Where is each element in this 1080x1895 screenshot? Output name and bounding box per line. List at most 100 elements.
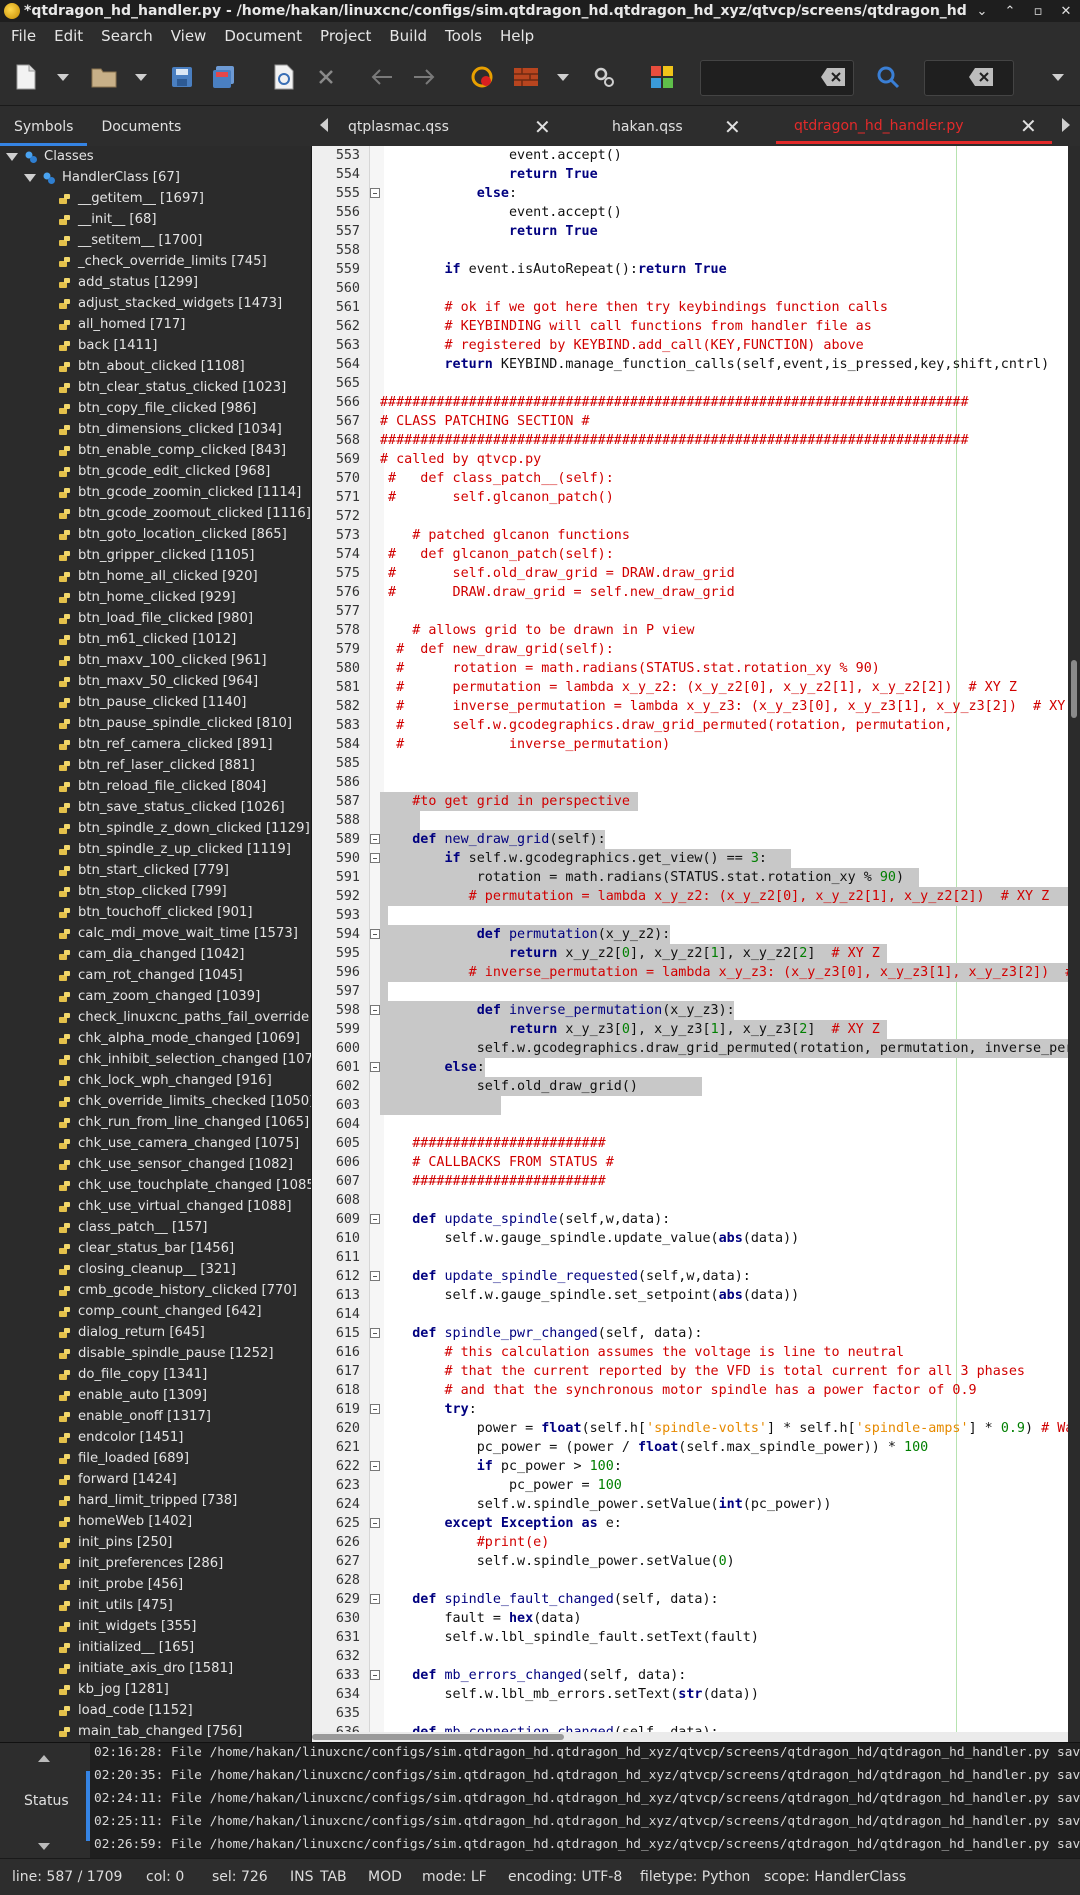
tree-item-method[interactable]: do_file_copy [1341] <box>58 1364 207 1385</box>
revert-icon[interactable] <box>270 62 298 92</box>
tree-item-method[interactable]: btn_stop_clicked [799] <box>58 881 227 902</box>
close-tab-icon[interactable]: ✕ <box>1020 114 1037 138</box>
code-line[interactable]: 629 def spindle_fault_changed(self, data… <box>312 1590 1068 1609</box>
fold-toggle-icon[interactable] <box>370 834 380 844</box>
tree-item-method[interactable]: cam_rot_changed [1045] <box>58 965 243 986</box>
tree-item-method[interactable]: btn_goto_location_clicked [865] <box>58 524 287 545</box>
tree-item-method[interactable]: btn_about_clicked [1108] <box>58 356 245 377</box>
tree-item-method[interactable]: class_patch__ [157] <box>58 1217 207 1238</box>
code-line[interactable]: 588 <box>312 811 1068 830</box>
fold-toggle-icon[interactable] <box>370 1670 380 1680</box>
code-line[interactable]: 609 def update_spindle(self,w,data): <box>312 1210 1068 1229</box>
code-line[interactable]: 627 self.w.spindle_power.setValue(0) <box>312 1552 1068 1571</box>
compile-icon[interactable] <box>468 62 496 92</box>
menu-project[interactable]: Project <box>311 27 380 45</box>
tree-item-method[interactable]: main_tab_changed [756] <box>58 1721 242 1742</box>
tree-item-method[interactable]: btn_gcode_zoomin_clicked [1114] <box>58 482 301 503</box>
tree-item-method[interactable]: btn_reload_file_clicked [804] <box>58 776 266 797</box>
code-line[interactable]: 626 #print(e) <box>312 1533 1068 1552</box>
code-editor[interactable]: 553 event.accept() 554 return True 555 els… <box>312 146 1068 1732</box>
tree-item-method[interactable]: init_probe [456] <box>58 1574 183 1595</box>
tab-documents[interactable]: Documents <box>87 110 195 146</box>
fold-toggle-icon[interactable] <box>370 1062 380 1072</box>
code-line[interactable]: 577 <box>312 602 1068 621</box>
tree-item-method[interactable]: init_utils [475] <box>58 1595 173 1616</box>
menu-help[interactable]: Help <box>491 27 543 45</box>
tree-item-method[interactable]: __setitem__ [1700] <box>58 230 202 251</box>
open-file-dropdown-icon[interactable] <box>135 74 147 81</box>
tree-item-method[interactable]: check_linuxcnc_paths_fail_override [12 <box>58 1007 311 1028</box>
code-line[interactable]: 611 <box>312 1248 1068 1267</box>
build-icon[interactable] <box>512 62 540 92</box>
code-line[interactable]: 618 # and that the synchronous motor spi… <box>312 1381 1068 1400</box>
tree-item-method[interactable]: file_loaded [689] <box>58 1448 189 1469</box>
code-line[interactable]: 628 <box>312 1571 1068 1590</box>
code-line[interactable]: 555 else: <box>312 184 1068 203</box>
code-line[interactable]: 635 <box>312 1704 1068 1723</box>
code-line[interactable]: 559 if event.isAutoRepeat():return True <box>312 260 1068 279</box>
tab-status[interactable]: Status <box>24 1793 69 1809</box>
code-line[interactable]: 601 else: <box>312 1058 1068 1077</box>
code-line[interactable]: 562 # KEYBINDING will call functions fro… <box>312 317 1068 336</box>
tree-item-method[interactable]: btn_start_clicked [779] <box>58 860 229 881</box>
tree-item-method[interactable]: dialog_return [645] <box>58 1322 205 1343</box>
code-line[interactable]: 597 <box>312 982 1068 1001</box>
code-line[interactable]: 592 # permutation = lambda x_y_z2: (x_y_… <box>312 887 1068 906</box>
code-line[interactable]: 563 # registered by KEYBIND.add_call(KEY… <box>312 336 1068 355</box>
tree-item-method[interactable]: btn_maxv_50_clicked [964] <box>58 671 258 692</box>
maximize-icon[interactable]: ▫ <box>1024 4 1052 19</box>
code-line[interactable]: 636 def mb_connection_changed(self, data… <box>312 1723 1068 1732</box>
new-file-dropdown-icon[interactable] <box>57 74 69 81</box>
code-line[interactable]: 619 try: <box>312 1400 1068 1419</box>
tree-item-method[interactable]: kb_jog [1281] <box>58 1679 169 1700</box>
fold-toggle-icon[interactable] <box>370 1594 380 1604</box>
code-line[interactable]: 569 # called by qtvcp.py <box>312 450 1068 469</box>
code-line[interactable]: 581 # permutation = lambda x_y_z2: (x_y_… <box>312 678 1068 697</box>
new-file-icon[interactable] <box>12 62 40 92</box>
tree-item-method[interactable]: btn_enable_comp_clicked [843] <box>58 440 286 461</box>
tree-item-method[interactable]: btn_maxv_100_clicked [961] <box>58 650 267 671</box>
save-all-icon[interactable] <box>210 62 238 92</box>
code-line[interactable]: 600 self.w.gcodegraphics.draw_grid_permu… <box>312 1039 1068 1058</box>
code-line[interactable]: 578 # allows grid to be drawn in P view <box>312 621 1068 640</box>
code-line[interactable]: 595 return x_y_z2[0], x_y_z2[1], x_y_z2[… <box>312 944 1068 963</box>
code-line[interactable]: 590 if self.w.gcodegraphics.get_view() =… <box>312 849 1068 868</box>
tree-item-method[interactable]: btn_load_file_clicked [980] <box>58 608 253 629</box>
tree-item-method[interactable]: btn_touchoff_clicked [901] <box>58 902 253 923</box>
tree-item-method[interactable]: btn_pause_spindle_clicked [810] <box>58 713 292 734</box>
tree-item-method[interactable]: btn_ref_laser_clicked [881] <box>58 755 255 776</box>
menu-build[interactable]: Build <box>380 27 436 45</box>
fold-toggle-icon[interactable] <box>370 1461 380 1471</box>
menu-tools[interactable]: Tools <box>436 27 491 45</box>
code-line[interactable]: 586 <box>312 773 1068 792</box>
open-file-icon[interactable] <box>90 62 118 92</box>
tab-qtdragon-hd-handler-py[interactable]: qtdragon_hd_handler.py ✕ <box>776 110 1052 144</box>
clear-search-icon[interactable] <box>820 67 846 87</box>
code-line[interactable]: 625 except Exception as e: <box>312 1514 1068 1533</box>
minimize-icon[interactable]: ⌄ <box>968 4 996 19</box>
code-line[interactable]: 556 event.accept() <box>312 203 1068 222</box>
code-line[interactable]: 560 <box>312 279 1068 298</box>
build-dropdown-icon[interactable] <box>557 74 569 81</box>
code-line[interactable]: 603 <box>312 1096 1068 1115</box>
tree-item-method[interactable]: chk_override_limits_checked [1050] <box>58 1091 311 1112</box>
tree-item-method[interactable]: btn_dimensions_clicked [1034] <box>58 419 282 440</box>
code-line[interactable]: 602 self.old_draw_grid() <box>312 1077 1068 1096</box>
menu-edit[interactable]: Edit <box>45 27 92 45</box>
menu-document[interactable]: Document <box>215 27 311 45</box>
tree-item-method[interactable]: enable_onoff [1317] <box>58 1406 211 1427</box>
scrollbar-thumb[interactable] <box>1071 660 1077 718</box>
tree-item-method[interactable]: __getitem__ [1697] <box>58 188 204 209</box>
code-line[interactable]: 604 <box>312 1115 1068 1134</box>
tree-item-method[interactable]: _check_override_limits [745] <box>58 251 267 272</box>
code-line[interactable]: 572 <box>312 507 1068 526</box>
code-line[interactable]: 622 if pc_power > 100: <box>312 1457 1068 1476</box>
tree-item-method[interactable]: initialized__ [165] <box>58 1637 194 1658</box>
code-line[interactable]: 633 def mb_errors_changed(self, data): <box>312 1666 1068 1685</box>
tree-item-method[interactable]: btn_copy_file_clicked [986] <box>58 398 256 419</box>
tab-scroll-up-icon[interactable] <box>38 1755 50 1762</box>
tree-item-method[interactable]: init_preferences [286] <box>58 1553 223 1574</box>
code-line[interactable]: 575 # self.old_draw_grid = DRAW.draw_gri… <box>312 564 1068 583</box>
tree-item-method[interactable]: adjust_stacked_widgets [1473] <box>58 293 282 314</box>
fold-toggle-icon[interactable] <box>370 853 380 863</box>
